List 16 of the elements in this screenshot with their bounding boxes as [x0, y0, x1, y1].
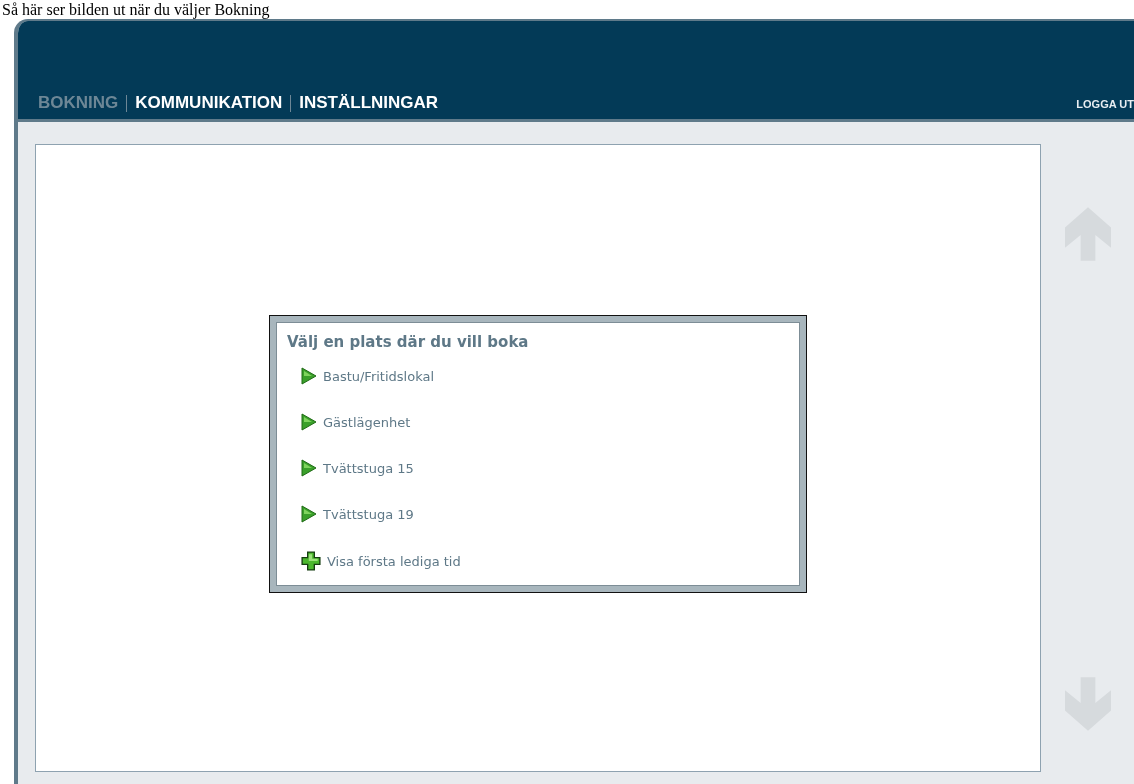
- place-link[interactable]: Bastu/Fritidslokal: [301, 367, 435, 385]
- place-link[interactable]: Visa första lediga tid: [301, 551, 461, 571]
- caption-text: Så här ser bilden ut när du väljer Bokning: [1, 0, 271, 19]
- play-icon: [301, 367, 317, 385]
- place-link[interactable]: Gästlägenhet: [301, 413, 411, 431]
- play-icon: [301, 505, 317, 523]
- nav-tab[interactable]: INSTÄLLNINGAR: [299, 93, 439, 113]
- place-link[interactable]: Tvättstuga 19: [301, 505, 414, 523]
- dialog-title: Välj en plats där du vill boka: [287, 333, 530, 351]
- nav-tab[interactable]: BOKNING: [38, 93, 119, 113]
- play-icon: [301, 459, 317, 477]
- nav-tab[interactable]: KOMMUNIKATION: [135, 93, 283, 113]
- logout-link[interactable]: LOGGA UT: [1076, 98, 1134, 110]
- play-icon: [301, 413, 317, 431]
- place-link[interactable]: Tvättstuga 15: [301, 459, 414, 477]
- plus-icon: [301, 551, 321, 571]
